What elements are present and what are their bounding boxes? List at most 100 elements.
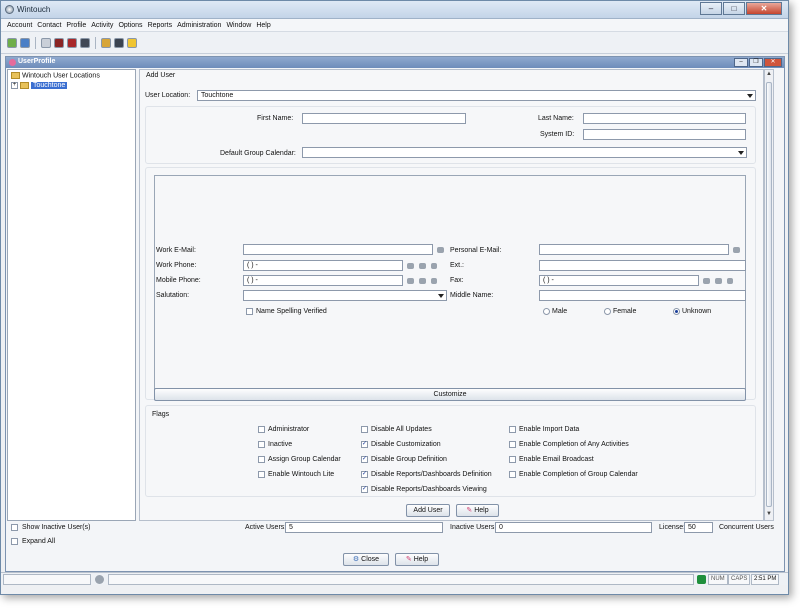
toolbar — [1, 32, 788, 54]
customize-button[interactable]: Customize — [154, 388, 746, 401]
scroll-up-icon[interactable]: ▲ — [766, 71, 772, 77]
menu-window[interactable]: Window — [224, 19, 254, 31]
vertical-scrollbar[interactable]: ▲ ▼ — [764, 69, 774, 521]
flag-import-data-checkbox[interactable] — [509, 426, 516, 433]
folder-icon — [20, 82, 29, 89]
salutation-label: Salutation: — [156, 292, 190, 299]
flag-inactive-label: Inactive — [268, 441, 293, 448]
flag-email-broadcast-label: Enable Email Broadcast — [519, 456, 594, 463]
phone-icon[interactable] — [419, 263, 426, 269]
personal-email-label: Personal E-Mail: — [450, 247, 502, 254]
flag-wintouch-lite-checkbox[interactable] — [258, 471, 265, 478]
tree-root[interactable]: Wintouch User Locations — [11, 72, 100, 79]
flag-disable-updates-checkbox[interactable] — [361, 426, 368, 433]
fax-field[interactable]: ( ) - — [539, 275, 699, 286]
flag-inactive-checkbox[interactable] — [258, 441, 265, 448]
first-name-field[interactable] — [302, 113, 466, 124]
flag-complete-group-calendar-checkbox[interactable] — [509, 471, 516, 478]
speaker-icon[interactable] — [727, 278, 733, 284]
scroll-down-icon[interactable]: ▼ — [766, 511, 772, 517]
flag-disable-group-definition-label: Disable Group Definition — [371, 456, 447, 463]
phone-icon[interactable] — [407, 278, 414, 284]
work-email-label: Work E-Mail: — [156, 247, 196, 254]
flag-administrator-checkbox[interactable] — [258, 426, 265, 433]
flag-wintouch-lite-label: Enable Wintouch Lite — [268, 471, 335, 478]
menu-options[interactable]: Options — [116, 19, 145, 31]
close-window-button[interactable]: ✕ — [746, 2, 782, 15]
inner-minimize-button[interactable]: – — [734, 58, 748, 67]
settings-icon[interactable] — [101, 37, 111, 48]
scroll-thumb[interactable] — [766, 82, 772, 507]
phone-icon[interactable] — [703, 278, 710, 284]
personal-email-field[interactable] — [539, 244, 729, 255]
help-button[interactable]: ✎ Help — [456, 504, 499, 517]
status-bar: NUM CAPS 2:51 PM — [1, 572, 788, 585]
flag-assign-calendar-checkbox[interactable] — [258, 456, 265, 463]
expand-icon[interactable]: + — [11, 82, 18, 89]
speaker-icon[interactable] — [431, 278, 437, 284]
flag-disable-reports-viewing-label: Disable Reports/Dashboards Viewing — [371, 486, 487, 493]
gender-male-label: Male — [552, 308, 568, 315]
email-icon[interactable] — [437, 247, 444, 253]
menu-contact[interactable]: Contact — [35, 19, 64, 31]
flag-email-broadcast-checkbox[interactable] — [509, 456, 516, 463]
status-indicator-icon — [95, 575, 104, 584]
menu-profile[interactable]: Profile — [64, 19, 89, 31]
menu-reports[interactable]: Reports — [146, 19, 176, 31]
default-calendar-select[interactable] — [302, 147, 747, 158]
app-icon — [5, 5, 14, 14]
work-email-field[interactable] — [243, 244, 433, 255]
add-contact-icon[interactable] — [20, 37, 30, 48]
bottom-help-button[interactable]: ✎ Help — [395, 553, 439, 566]
expand-all-checkbox[interactable] — [11, 538, 18, 545]
add-user-button[interactable]: Add User — [406, 504, 450, 517]
gender-male-radio[interactable] — [543, 308, 550, 315]
flag-disable-reports-viewing-checkbox[interactable]: ✓ — [361, 486, 368, 493]
flag-disable-group-definition-checkbox[interactable]: ✓ — [361, 456, 368, 463]
mobile-phone-field[interactable]: ( ) - — [243, 275, 403, 286]
active-users-label: Active Users: — [245, 524, 287, 531]
email-icon[interactable] — [733, 247, 740, 253]
tree-item-touchtone[interactable]: + Touchtone — [11, 82, 68, 90]
gender-female-radio[interactable] — [604, 308, 611, 315]
system-id-label: System ID: — [540, 131, 575, 138]
close-button[interactable]: ⚙ Close — [343, 553, 389, 566]
salutation-select[interactable] — [243, 290, 447, 301]
middle-name-field[interactable] — [539, 290, 746, 301]
gender-unknown-label: Unknown — [682, 308, 712, 315]
minimize-button[interactable]: – — [700, 2, 722, 15]
layout-icon[interactable] — [114, 37, 124, 48]
flag-disable-reports-definition-checkbox[interactable]: ✓ — [361, 471, 368, 478]
inner-close-button[interactable]: ✕ — [764, 58, 782, 67]
menu-help[interactable]: Help — [254, 19, 273, 31]
ext-field[interactable] — [539, 260, 746, 271]
location-tree: Wintouch User Locations + Touchtone — [7, 69, 136, 521]
name-spelling-checkbox[interactable] — [246, 308, 253, 315]
library-icon[interactable] — [67, 37, 77, 48]
contacts-icon[interactable] — [7, 37, 17, 48]
task-icon[interactable] — [80, 37, 90, 48]
phone-icon[interactable] — [407, 263, 414, 269]
flag-complete-activities-checkbox[interactable] — [509, 441, 516, 448]
flag-disable-customization-checkbox[interactable]: ✓ — [361, 441, 368, 448]
maximize-button[interactable]: □ — [723, 2, 745, 15]
add-user-form: Add User User Location: Touchtone First … — [139, 69, 764, 521]
system-id-field[interactable] — [583, 129, 746, 140]
phone-icon[interactable] — [419, 278, 426, 284]
last-name-field[interactable] — [583, 113, 746, 124]
calendar-icon[interactable] — [41, 37, 51, 48]
menu-administration[interactable]: Administration — [175, 19, 224, 31]
flag-complete-activities-label: Enable Completion of Any Activities — [519, 441, 629, 448]
folder-icon[interactable] — [127, 37, 137, 48]
gender-unknown-radio[interactable] — [673, 308, 680, 315]
menu-activity[interactable]: Activity — [89, 19, 116, 31]
speaker-icon[interactable] — [431, 263, 437, 269]
inner-restore-button[interactable]: ❐ — [749, 58, 763, 67]
user-location-select[interactable]: Touchtone — [197, 90, 756, 101]
phone-icon[interactable] — [715, 278, 722, 284]
work-phone-field[interactable]: ( ) - — [243, 260, 403, 271]
grid-icon[interactable] — [54, 37, 64, 48]
menu-account[interactable]: Account — [5, 19, 35, 31]
license-label: License: — [659, 524, 686, 531]
show-inactive-checkbox[interactable] — [11, 524, 18, 531]
